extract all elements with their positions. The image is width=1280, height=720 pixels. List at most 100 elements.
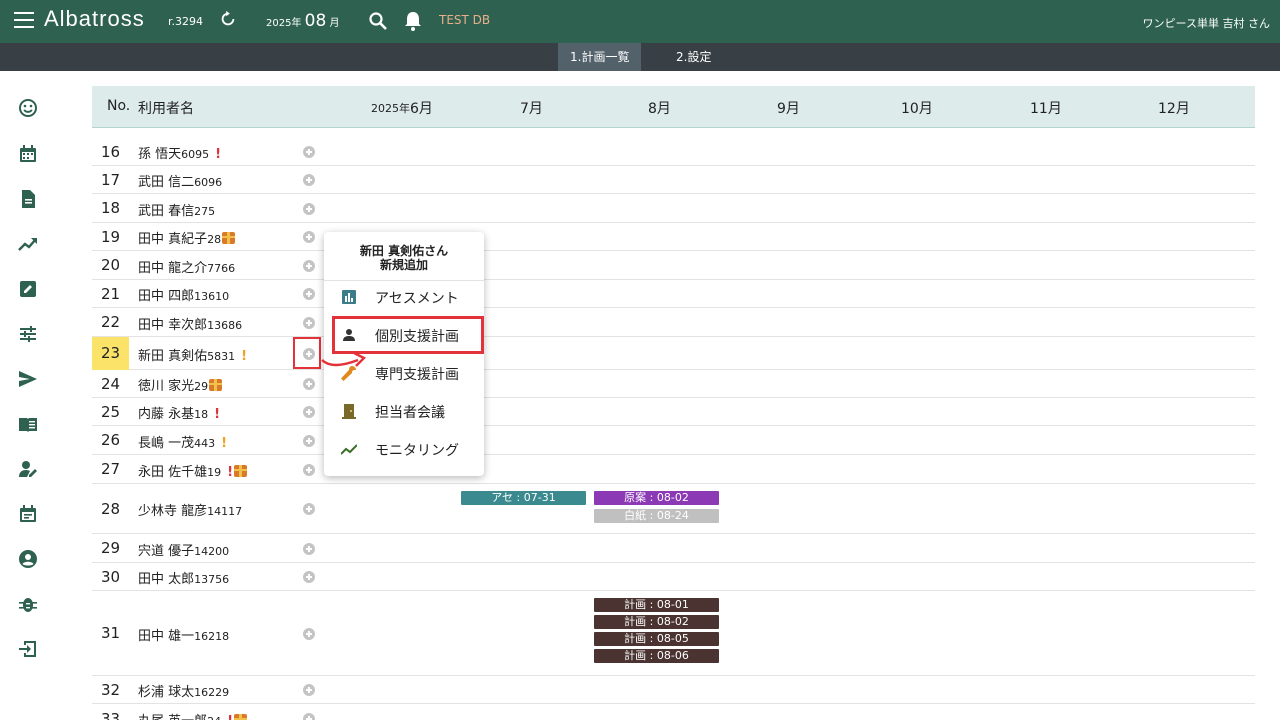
plan-chip[interactable]: 原案 : 08-02 — [594, 491, 719, 505]
plan-chip[interactable]: アセ : 07-31 — [461, 491, 586, 505]
menu-item-staff-meeting[interactable]: 担当者会議 — [324, 393, 484, 429]
table-row[interactable]: 28 少林寺 龍彦14117 アセ : 07-31 原案 : 08-02 白紙 : 08… — [92, 484, 1255, 534]
edit-icon[interactable] — [18, 279, 38, 299]
search-icon[interactable] — [368, 11, 388, 31]
table-row[interactable]: 16 孫 悟天6095! — [92, 138, 1255, 166]
table-row[interactable]: 29 宍道 優子14200 — [92, 534, 1255, 563]
user-id: 13756 — [194, 573, 230, 586]
user-name[interactable]: 田中 幸次郎13686 — [138, 314, 242, 333]
reload-icon[interactable] — [219, 9, 237, 29]
user-name[interactable]: 田中 雄一16218 — [138, 625, 229, 644]
table-row[interactable]: 18 武田 春信275 — [92, 194, 1255, 223]
table-row[interactable]: 20 田中 龍之介7766 — [92, 251, 1255, 280]
user-info[interactable]: ワンピース単単 吉村 さん — [1143, 15, 1270, 31]
table-row[interactable]: 25 内藤 永基18! — [92, 398, 1255, 426]
add-plus-icon[interactable] — [303, 571, 315, 583]
plan-chip[interactable]: 計画 : 08-05 — [594, 632, 719, 646]
add-plus-icon[interactable] — [303, 231, 315, 243]
table-row[interactable]: 32 杉浦 球太16229 — [92, 676, 1255, 704]
user-name[interactable]: 丸尾 英一郎24! — [138, 710, 248, 720]
gift-icon — [209, 379, 223, 391]
user-name-text: 田中 雄一 — [138, 629, 195, 644]
user-name[interactable]: 徳川 家光29 — [138, 375, 223, 394]
bug-icon[interactable] — [18, 594, 38, 614]
table-row[interactable]: 19 田中 真紀子28 — [92, 223, 1255, 251]
table-row[interactable]: 33 丸尾 英一郎24! — [92, 704, 1255, 720]
user-name[interactable]: 田中 龍之介7766 — [138, 257, 235, 276]
user-id: 16229 — [194, 686, 230, 699]
user-name[interactable]: 永田 佐千雄19! — [138, 461, 248, 480]
user-name[interactable]: 新田 真剣佑5831! — [138, 345, 247, 364]
user-name[interactable]: 杉浦 球太16229 — [138, 681, 229, 700]
table-row[interactable]: 17 武田 信二6096 — [92, 166, 1255, 194]
table-row[interactable]: 22 田中 幸次郎13686 — [92, 308, 1255, 337]
add-plus-icon[interactable] — [303, 464, 315, 476]
row-number: 33 — [100, 710, 121, 720]
add-plus-icon[interactable] — [303, 713, 315, 720]
user-name[interactable]: 田中 真紀子28 — [138, 228, 236, 247]
calendar-icon[interactable] — [18, 144, 38, 164]
book-icon[interactable] — [18, 414, 38, 434]
user-id: 29 — [194, 380, 209, 393]
user-name[interactable]: 田中 四郎13610 — [138, 285, 229, 304]
add-plus-icon[interactable] — [303, 317, 315, 329]
tune-icon[interactable] — [18, 324, 38, 344]
table-row[interactable]: 27 永田 佐千雄19! — [92, 455, 1255, 484]
db-label: TEST DB — [439, 13, 491, 27]
sidebar — [0, 71, 60, 720]
user-name[interactable]: 武田 信二6096 — [138, 171, 222, 190]
app-name: Albatross — [44, 6, 145, 31]
event-icon[interactable] — [18, 504, 38, 524]
add-plus-icon[interactable] — [303, 435, 315, 447]
send-icon[interactable] — [18, 369, 38, 389]
add-plus-icon[interactable] — [303, 628, 315, 640]
user-name[interactable]: 長嶋 一茂443! — [138, 432, 227, 451]
plan-chip[interactable]: 白紙 : 08-24 — [594, 509, 719, 523]
alert-mark-icon: ! — [241, 349, 248, 364]
gift-icon — [222, 232, 236, 244]
table-row[interactable]: 23 新田 真剣佑5831! — [92, 337, 1255, 370]
plan-chip[interactable]: 計画 : 08-01 — [594, 598, 719, 612]
menu-icon[interactable] — [14, 12, 34, 28]
add-plus-icon[interactable] — [303, 543, 315, 555]
tab-plan-list[interactable]: 1.計画一覧 — [558, 43, 642, 71]
add-plus-icon[interactable] — [303, 684, 315, 696]
menu-item-assessment[interactable]: アセスメント — [324, 279, 484, 315]
document-icon[interactable] — [18, 189, 38, 209]
tab-settings[interactable]: 2.設定 — [664, 43, 723, 71]
table-row[interactable]: 26 長嶋 一茂443! — [92, 426, 1255, 455]
exit-icon[interactable] — [18, 639, 38, 659]
add-plus-icon[interactable] — [303, 406, 315, 418]
user-name[interactable]: 少林寺 龍彦14117 — [138, 500, 242, 519]
date-month-unit: 月 — [329, 18, 340, 29]
user-name-text: 田中 龍之介 — [138, 261, 208, 276]
user-name[interactable]: 孫 悟天6095! — [138, 143, 221, 162]
user-name[interactable]: 田中 太郎13756 — [138, 568, 229, 587]
table-row[interactable]: 24 徳川 家光29 — [92, 370, 1255, 398]
user-name-text: 田中 太郎 — [138, 572, 195, 587]
table-row[interactable]: 31 田中 雄一16218 計画 : 08-01 計画 : 08-02 計画 : 08-… — [92, 591, 1255, 676]
add-plus-icon[interactable] — [303, 288, 315, 300]
bell-icon[interactable] — [403, 10, 423, 32]
user-name[interactable]: 宍道 優子14200 — [138, 540, 229, 559]
user-name[interactable]: 内藤 永基18! — [138, 403, 220, 422]
table-row[interactable]: 30 田中 太郎13756 — [92, 563, 1255, 591]
add-plus-icon[interactable] — [303, 203, 315, 215]
user-name[interactable]: 武田 春信275 — [138, 200, 215, 219]
add-plus-icon[interactable] — [303, 378, 315, 390]
add-plus-icon[interactable] — [303, 260, 315, 272]
user-id: 18 — [194, 408, 209, 421]
add-plus-icon[interactable] — [303, 503, 315, 515]
menu-item-monitoring[interactable]: モニタリング — [324, 431, 484, 467]
plan-chip[interactable]: 計画 : 08-06 — [594, 649, 719, 663]
add-plus-icon[interactable] — [303, 174, 315, 186]
trending-up-icon[interactable] — [18, 234, 38, 254]
plan-chip[interactable]: 計画 : 08-02 — [594, 615, 719, 629]
smile-icon[interactable] — [18, 98, 38, 118]
table-row[interactable]: 21 田中 四郎13610 — [92, 280, 1255, 308]
add-plus-icon[interactable] — [303, 146, 315, 158]
account-circle-icon[interactable] — [18, 549, 38, 569]
person-edit-icon[interactable] — [18, 459, 38, 479]
current-date[interactable]: 2025年 08 月 — [266, 11, 339, 31]
menu-item-label: 担当者会議 — [375, 405, 445, 421]
